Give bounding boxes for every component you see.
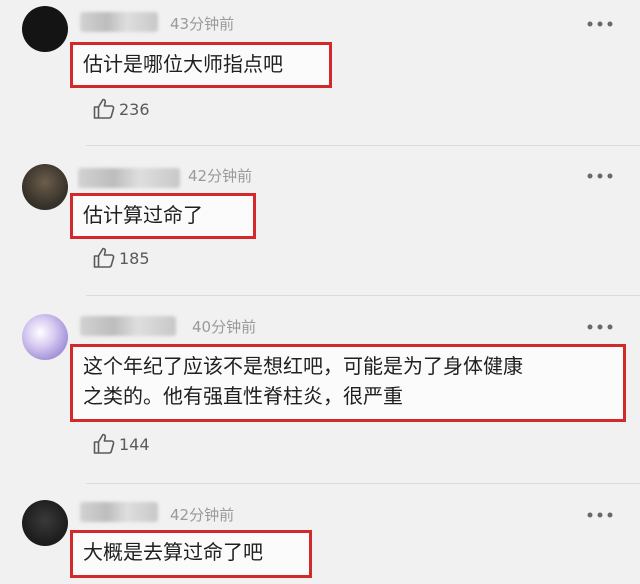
comment-item: 40分钟前 这个年纪了应该不是想红吧，可能是为了身体健康 之类的。他有强直性脊柱…	[0, 300, 640, 485]
comment-text-highlight: 这个年纪了应该不是想红吧，可能是为了身体健康 之类的。他有强直性脊柱炎，很严重	[70, 344, 626, 422]
like-button[interactable]: 144	[92, 431, 150, 457]
more-dots-icon	[587, 512, 613, 518]
more-options-button[interactable]	[584, 14, 616, 34]
more-dots-icon	[587, 21, 613, 27]
comment-item: 42分钟前 估计算过命了 185	[0, 150, 640, 295]
username-blurred[interactable]	[80, 12, 158, 32]
like-count: 185	[119, 248, 150, 268]
like-button[interactable]: 236	[92, 96, 150, 122]
username-blurred[interactable]	[80, 316, 176, 336]
divider	[86, 145, 640, 146]
comment-feed: 43分钟前 估计是哪位大师指点吧 236 42分钟前 估计算过命了 185 40…	[0, 0, 640, 584]
avatar[interactable]	[22, 314, 68, 360]
more-options-button[interactable]	[584, 505, 616, 525]
like-count: 144	[119, 434, 150, 454]
comment-item: 43分钟前 估计是哪位大师指点吧 236	[0, 0, 640, 150]
like-count: 236	[119, 99, 150, 119]
divider	[86, 295, 640, 296]
comment-text: 大概是去算过命了吧	[83, 540, 263, 564]
comment-time: 40分钟前	[192, 318, 257, 336]
like-button[interactable]: 185	[92, 245, 150, 271]
comment-text: 这个年纪了应该不是想红吧，可能是为了身体健康 之类的。他有强直性脊柱炎，很严重	[83, 354, 523, 408]
comment-text-highlight: 大概是去算过命了吧	[70, 530, 312, 578]
divider	[86, 483, 640, 484]
more-dots-icon	[587, 324, 613, 330]
more-dots-icon	[587, 173, 613, 179]
thumbs-up-icon	[93, 433, 115, 454]
comment-text-highlight: 估计算过命了	[70, 193, 256, 239]
avatar[interactable]	[22, 500, 68, 546]
comment-time: 43分钟前	[170, 15, 235, 33]
more-options-button[interactable]	[584, 166, 616, 186]
avatar[interactable]	[22, 164, 68, 210]
more-options-button[interactable]	[584, 317, 616, 337]
username-blurred[interactable]	[78, 168, 180, 188]
comment-item: 42分钟前 大概是去算过命了吧	[0, 490, 640, 584]
comment-time: 42分钟前	[188, 167, 253, 185]
username-blurred[interactable]	[80, 502, 158, 522]
comment-time: 42分钟前	[170, 506, 235, 524]
thumbs-up-icon	[93, 98, 115, 119]
thumbs-up-icon	[93, 247, 115, 268]
comment-text-highlight: 估计是哪位大师指点吧	[70, 42, 332, 88]
comment-text: 估计是哪位大师指点吧	[83, 52, 283, 76]
avatar[interactable]	[22, 6, 68, 52]
comment-text: 估计算过命了	[83, 203, 203, 227]
